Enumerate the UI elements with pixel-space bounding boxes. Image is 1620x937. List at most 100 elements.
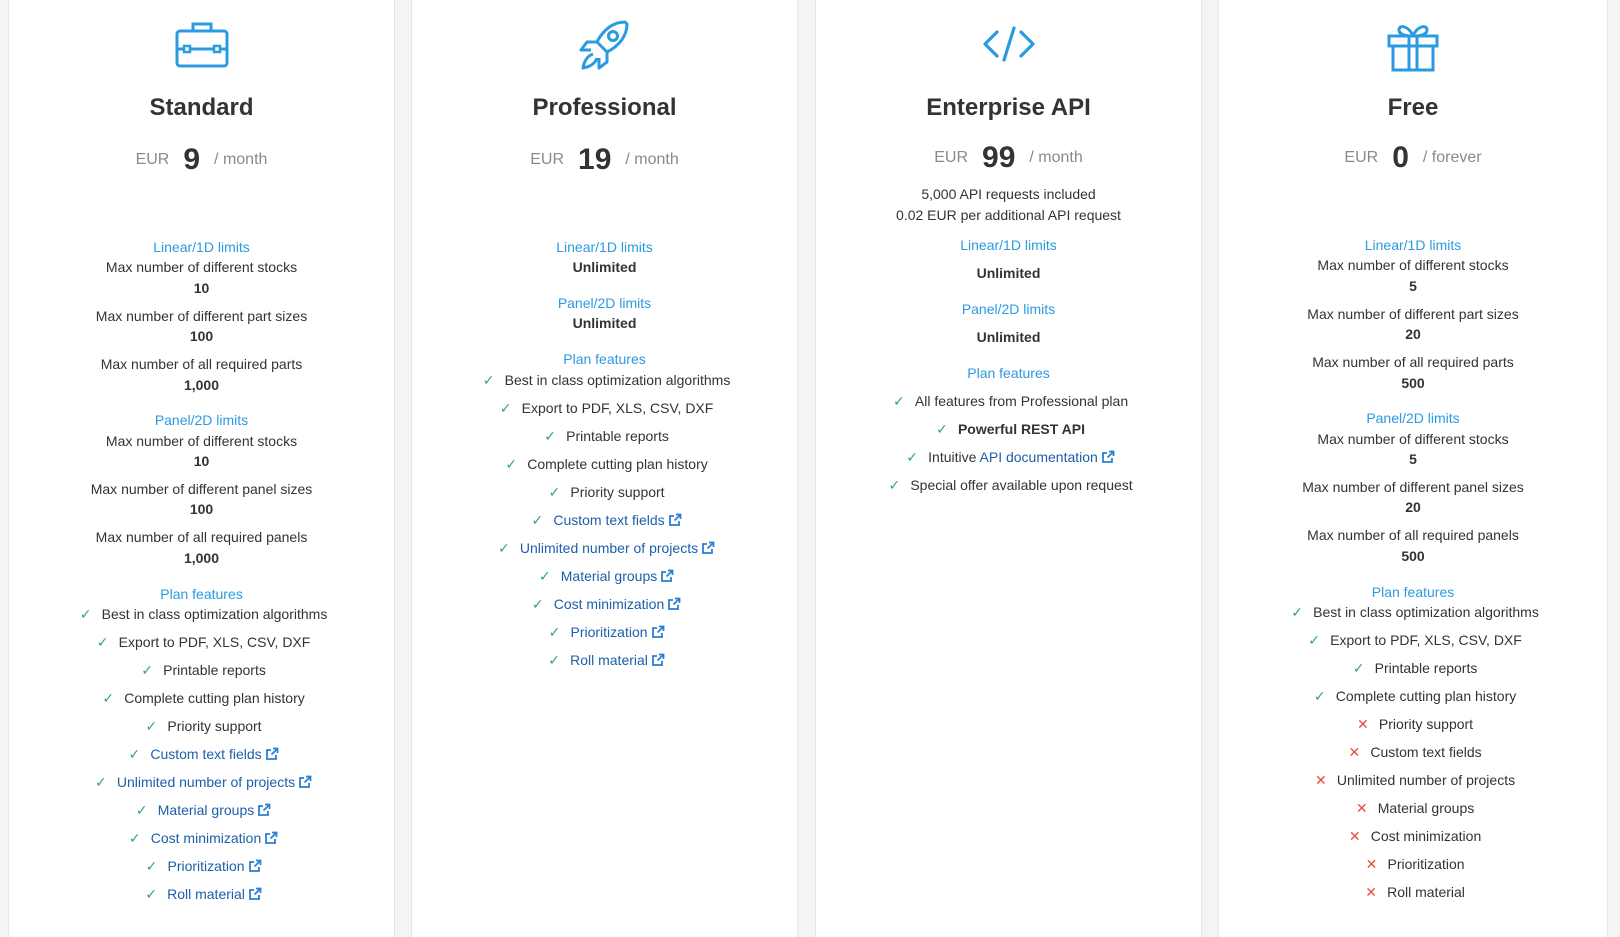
price: EUR 9 / month (9, 143, 394, 177)
feature-item: ✓ Export to PDF, XLS, CSV, DXF (9, 632, 394, 652)
feature-item: ✓ Priority support (9, 716, 394, 736)
check-icon: ✓ (888, 477, 901, 493)
feature-link-unlimited-projects[interactable]: ✓ Unlimited number of projects (9, 772, 394, 792)
feature-link-cost-minimization[interactable]: ✓ Cost minimization (9, 828, 394, 848)
limit-value: 10 (193, 453, 210, 469)
api-overage-note: 0.02 EUR per additional API request (896, 207, 1121, 223)
limit-value: 500 (1401, 548, 1425, 564)
check-icon: ✓ (135, 802, 148, 818)
feature-link-roll-material[interactable]: ✓ Roll material (412, 650, 797, 670)
feature-link-material-groups[interactable]: ✓ Material groups (9, 800, 394, 820)
feature-item-unavailable: ✕ Unlimited number of projects (1219, 770, 1607, 790)
briefcase-icon (175, 22, 228, 68)
check-icon: ✓ (128, 746, 141, 762)
limit-value: 500 (1401, 375, 1425, 391)
external-link-icon (660, 569, 674, 583)
feature-link-roll-material[interactable]: ✓ Roll material (9, 884, 394, 904)
limit-value: 5 (1409, 451, 1417, 467)
limit-value: Unlimited (976, 265, 1041, 281)
limit-value: 5 (1409, 278, 1417, 294)
feature-item: ✓ Printable reports (412, 426, 797, 446)
plan-card-professional: Professional EUR 19 / month Linear/1D limi… (411, 0, 798, 937)
linear-limits-title: Linear/1D limits (960, 237, 1057, 253)
cross-icon: ✕ (1348, 828, 1361, 844)
feature-item: ✓ Powerful REST API (816, 419, 1201, 439)
limit-label: Max number of different part sizes (95, 308, 308, 324)
price-period: / month (625, 151, 679, 168)
linear-limits-title: Linear/1D limits (556, 239, 653, 255)
price-amount: 9 (183, 143, 201, 176)
external-link-icon (265, 747, 279, 761)
check-icon: ✓ (531, 512, 544, 528)
plan-name: Professional (532, 94, 677, 121)
plan-name: Enterprise API (926, 94, 1091, 121)
feature-item: ✓ Priority support (412, 482, 797, 502)
check-icon: ✓ (1352, 660, 1365, 676)
linear-limits-title: Linear/1D limits (153, 239, 250, 255)
check-icon: ✓ (145, 886, 157, 902)
limit-value: 20 (1405, 326, 1421, 342)
limit-value: Unlimited (976, 329, 1041, 345)
limit-label: Max number of different part sizes (1307, 306, 1519, 322)
cross-icon: ✕ (1365, 884, 1377, 900)
cross-icon: ✕ (1355, 800, 1368, 816)
feature-item: ✓ Complete cutting plan history (412, 454, 797, 474)
check-icon: ✓ (102, 690, 115, 706)
check-icon: ✓ (498, 540, 510, 556)
plan-features-title: Plan features (563, 351, 646, 367)
limit-value: 10 (193, 280, 210, 296)
limit-label: Max number of all required parts (100, 356, 303, 372)
limit-label: Max number of different stocks (105, 433, 298, 449)
limit-label: Max number of all required parts (1312, 354, 1514, 370)
check-icon: ✓ (893, 393, 905, 409)
price: EUR 0 / forever (1219, 141, 1607, 175)
cross-icon: ✕ (1348, 744, 1361, 760)
feature-link-prioritization[interactable]: ✓ Prioritization (9, 856, 394, 876)
limit-value: 1,000 (183, 377, 220, 393)
limit-value: Unlimited (572, 315, 637, 331)
feature-item: ✓ Complete cutting plan history (9, 688, 394, 708)
feature-item-unavailable: ✕ Roll material (1219, 882, 1607, 902)
gift-icon (1387, 25, 1439, 72)
check-icon: ✓ (505, 456, 518, 472)
feature-item: ✓ Export to PDF, XLS, CSV, DXF (1219, 630, 1607, 650)
feature-link-unlimited-projects[interactable]: ✓ Unlimited number of projects (412, 538, 797, 558)
feature-link-prioritization[interactable]: ✓ Prioritization (412, 622, 797, 642)
price-currency: EUR (1344, 149, 1379, 166)
feature-item: ✓ Complete cutting plan history (1219, 686, 1607, 706)
limit-label: Max number of all required panels (95, 529, 308, 545)
feature-link-custom-text-fields[interactable]: ✓ Custom text fields (412, 510, 797, 530)
plan-name: Standard (149, 94, 254, 121)
check-icon: ✓ (79, 606, 92, 622)
check-icon: ✓ (95, 774, 107, 790)
feature-item-unavailable: ✕ Prioritization (1219, 854, 1607, 874)
feature-link-material-groups[interactable]: ✓ Material groups (412, 566, 797, 586)
external-link-icon (701, 541, 715, 555)
feature-item: ✓ All features from Professional plan (816, 391, 1201, 411)
limit-label: Max number of different panel sizes (1302, 479, 1524, 495)
check-icon: ✓ (482, 372, 495, 388)
feature-item: ✓ Best in class optimization algorithms (9, 604, 394, 624)
external-link-icon (651, 653, 665, 667)
limit-value: 20 (1405, 499, 1421, 515)
feature-item: ✓ Printable reports (9, 660, 394, 680)
limit-label: Max number of all required panels (1307, 527, 1519, 543)
panel-limits-title: Panel/2D limits (154, 412, 249, 428)
api-documentation-link[interactable]: API documentation (980, 449, 1098, 465)
check-icon: ✓ (145, 858, 158, 874)
feature-item: ✓ Best in class optimization algorithms (1219, 602, 1607, 622)
check-icon: ✓ (128, 830, 141, 846)
feature-link-custom-text-fields[interactable]: ✓ Custom text fields (9, 744, 394, 764)
external-link-icon (248, 859, 262, 873)
price-period: / forever (1422, 149, 1482, 166)
check-icon: ✓ (936, 421, 948, 437)
limit-label: Max number of different stocks (105, 259, 298, 275)
feature-item-unavailable: ✕ Priority support (1219, 714, 1607, 734)
feature-item: ✓ Export to PDF, XLS, CSV, DXF (412, 398, 797, 418)
feature-item-unavailable: ✕ Material groups (1219, 798, 1607, 818)
check-icon: ✓ (141, 662, 153, 678)
plan-card-enterprise-api: Enterprise API EUR 99 / month 5,000 API re… (815, 0, 1202, 937)
feature-link-cost-minimization[interactable]: ✓ Cost minimization (412, 594, 797, 614)
cross-icon: ✕ (1357, 716, 1369, 732)
limit-value: 100 (189, 501, 214, 517)
